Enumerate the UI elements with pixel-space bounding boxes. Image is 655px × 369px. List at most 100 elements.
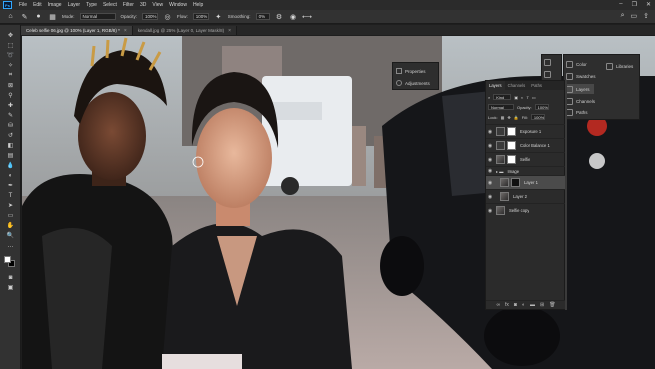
opacity-field[interactable]: 100% <box>142 13 159 20</box>
visibility-eye-icon[interactable]: ◉ <box>486 143 494 149</box>
brush-settings-icon[interactable]: ▦ <box>48 12 57 21</box>
quick-select-tool-icon[interactable]: ✧ <box>4 61 17 70</box>
kind-select[interactable]: Kind <box>493 94 512 100</box>
blend-mode-select[interactable]: Normal <box>488 104 514 110</box>
filter-adjust-icon[interactable]: ◐ <box>521 95 523 100</box>
fx-icon[interactable]: fx <box>505 302 509 308</box>
close-button[interactable]: ✕ <box>646 1 651 8</box>
layer-row[interactable]: ◉ Exposure 1 <box>486 124 566 138</box>
pressure-opacity-icon[interactable]: ◎ <box>163 12 172 21</box>
move-tool-icon[interactable]: ✥ <box>4 31 17 40</box>
layer-row[interactable]: ◉ Color Balance 1 <box>486 138 566 152</box>
layer-row-selected[interactable]: ◉ Layer 1 <box>486 175 566 189</box>
visibility-eye-icon[interactable]: ◉ <box>486 168 494 174</box>
dock-icon-row[interactable] <box>544 57 551 67</box>
flow-field[interactable]: 100% <box>192 13 209 20</box>
clone-stamp-tool-icon[interactable]: ⛁ <box>4 121 17 130</box>
mode-select[interactable]: Normal <box>79 13 116 20</box>
dock-item-color[interactable]: Color <box>566 59 587 69</box>
layer-group-row[interactable]: ◉ ▸ ▬ Image <box>486 166 566 175</box>
home-icon[interactable]: ⌂ <box>6 12 15 21</box>
menu-window[interactable]: Window <box>166 2 190 8</box>
screen-mode-icon[interactable]: ▣ <box>4 283 17 292</box>
pressure-size-icon[interactable]: ◉ <box>289 12 298 21</box>
quick-mask-icon[interactable]: ◙ <box>4 273 17 282</box>
menu-filter[interactable]: Filter <box>120 2 137 8</box>
visibility-eye-icon[interactable]: ◉ <box>486 129 494 135</box>
blur-tool-icon[interactable]: 💧 <box>4 161 17 170</box>
menu-file[interactable]: File <box>16 2 30 8</box>
close-tab-icon[interactable]: × <box>228 28 231 34</box>
tab-paths[interactable]: Paths <box>528 83 545 88</box>
mask-thumbnail[interactable] <box>511 178 520 187</box>
history-brush-tool-icon[interactable]: ↺ <box>4 131 17 140</box>
filter-pixel-icon[interactable]: ▣ <box>514 95 518 100</box>
menu-layer[interactable]: Layer <box>65 2 84 8</box>
more-tools-icon[interactable]: … <box>4 241 17 250</box>
tab-layers[interactable]: Layers <box>486 81 505 90</box>
maximize-button[interactable]: ❐ <box>632 1 637 8</box>
eyedropper-tool-icon[interactable]: ⚲ <box>4 91 17 100</box>
visibility-eye-icon[interactable]: ◉ <box>486 208 494 214</box>
dock-item-paths[interactable]: Paths <box>566 107 588 117</box>
visibility-eye-icon[interactable]: ◉ <box>486 180 494 186</box>
shape-tool-icon[interactable]: ▭ <box>4 211 17 220</box>
layer-row[interactable]: ◉ Selfie copy <box>486 203 566 217</box>
properties-item[interactable]: Properties <box>396 66 426 76</box>
dock-item-layers[interactable]: Layers <box>566 84 594 94</box>
lock-position-icon[interactable]: ✥ <box>507 115 510 120</box>
visibility-eye-icon[interactable]: ◉ <box>486 194 494 200</box>
tab-document-2[interactable]: kendall.jpg @ 25% (Layer 0, Layer Mask/8… <box>132 26 238 35</box>
layer-group-row[interactable]: ◉ Selfie <box>486 152 566 166</box>
smoothing-field[interactable]: 0% <box>255 13 270 20</box>
airbrush-icon[interactable]: ✦ <box>214 12 223 21</box>
menu-select[interactable]: Select <box>100 2 120 8</box>
lock-pixels-icon[interactable]: ▦ <box>501 115 505 120</box>
trash-icon[interactable]: 🗑 <box>549 302 555 308</box>
tab-document-1[interactable]: Celeb selfie 06.jpg @ 100% (Layer 1, RGB… <box>21 26 133 35</box>
adjustment-icon[interactable]: ◐ <box>522 302 525 308</box>
filter-type-icon[interactable]: T <box>526 95 528 100</box>
pen-tool-icon[interactable]: ✒ <box>4 181 17 190</box>
fill-field[interactable]: 100% <box>530 114 545 120</box>
symmetry-icon[interactable]: ⟷ <box>302 12 312 21</box>
eraser-tool-icon[interactable]: ◧ <box>4 141 17 150</box>
layer-row[interactable]: ◉ Layer 2 <box>486 189 566 203</box>
new-layer-icon[interactable]: ⊞ <box>540 302 544 308</box>
brush-tool-icon[interactable]: ✎ <box>20 12 29 21</box>
menu-image[interactable]: Image <box>45 2 65 8</box>
layers-scrollbar[interactable] <box>565 80 567 310</box>
dock-item-channels[interactable]: Channels <box>566 96 595 106</box>
adjustments-item[interactable]: Adjustments <box>396 78 430 88</box>
mask-thumbnail[interactable] <box>507 141 516 150</box>
lasso-tool-icon[interactable]: ➰ <box>4 51 17 60</box>
visibility-eye-icon[interactable]: ◉ <box>486 157 494 163</box>
brush-tool-icon[interactable]: ✎ <box>4 111 17 120</box>
mask-thumbnail[interactable] <box>507 127 516 136</box>
zoom-tool-icon[interactable]: 🔍 <box>4 231 17 240</box>
dock-item-swatches[interactable]: Swatches <box>566 71 596 81</box>
share-icon[interactable]: ⇪ <box>643 12 649 20</box>
menu-type[interactable]: Type <box>83 2 100 8</box>
filter-shape-icon[interactable]: ▭ <box>532 95 536 100</box>
dodge-tool-icon[interactable]: ◐ <box>4 171 17 180</box>
type-tool-icon[interactable]: T <box>4 191 17 200</box>
gradient-tool-icon[interactable]: ▤ <box>4 151 17 160</box>
healing-brush-tool-icon[interactable]: ✚ <box>4 101 17 110</box>
mask-thumbnail[interactable] <box>507 155 516 164</box>
mask-icon[interactable]: ◙ <box>514 302 517 308</box>
close-tab-icon[interactable]: × <box>124 28 127 34</box>
hand-tool-icon[interactable]: ✋ <box>4 221 17 230</box>
opacity-field[interactable]: 100% <box>534 104 549 110</box>
menu-help[interactable]: Help <box>190 2 206 8</box>
marquee-tool-icon[interactable]: ⬚ <box>4 41 17 50</box>
foreground-color-swatch[interactable] <box>4 256 11 263</box>
dock-item-libraries[interactable]: Libraries <box>606 61 633 71</box>
minimize-button[interactable]: – <box>619 1 622 8</box>
tab-channels[interactable]: Channels <box>505 83 529 88</box>
path-select-tool-icon[interactable]: ➤ <box>4 201 17 210</box>
lock-all-icon[interactable]: 🔒 <box>514 115 519 120</box>
menu-edit[interactable]: Edit <box>30 2 45 8</box>
dock-icon-row[interactable] <box>544 69 551 79</box>
workspace-icon[interactable]: ▭ <box>631 12 638 20</box>
